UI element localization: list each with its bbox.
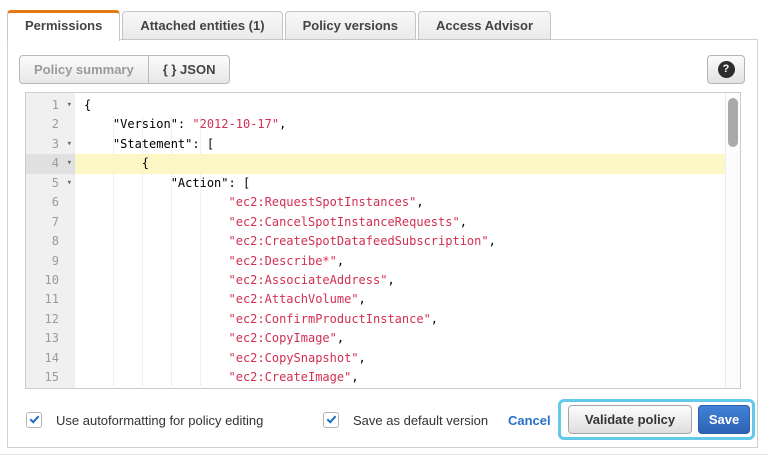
json-code-editor[interactable]: 1▾{2 "Version": "2012-10-17",3▾ "Stateme…	[25, 92, 741, 389]
code-text: "ec2:CopyImage",	[75, 329, 725, 348]
tab-policy-versions[interactable]: Policy versions	[285, 11, 416, 40]
line-number: 15	[26, 368, 75, 387]
fold-arrow-icon[interactable]: ▾	[67, 174, 72, 193]
line-number: 6	[26, 193, 75, 212]
code-line: 14 "ec2:CopySnapshot",	[26, 349, 725, 368]
question-mark-icon: ?	[718, 61, 735, 78]
code-text: "Version": "2012-10-17",	[75, 115, 725, 134]
policy-editor-screen: Permissions Attached entities (1) Policy…	[0, 0, 768, 460]
checkmark-icon	[327, 413, 337, 423]
code-line: 1▾{	[26, 96, 725, 115]
code-line: 6 "ec2:RequestSpotInstances",	[26, 193, 725, 212]
checkmark-icon	[30, 413, 40, 423]
code-text: "ec2:ConfirmProductInstance",	[75, 310, 725, 329]
code-text: "ec2:RequestSpotInstances",	[75, 193, 725, 212]
line-number: 12	[26, 310, 75, 329]
code-line: 13 "ec2:CopyImage",	[26, 329, 725, 348]
autoformat-checkbox[interactable]	[26, 412, 42, 428]
line-number: 13	[26, 329, 75, 348]
code-line: 10 "ec2:AssociateAddress",	[26, 271, 725, 290]
code-line: 2 "Version": "2012-10-17",	[26, 115, 725, 134]
code-text: "ec2:CreateSpotDatafeedSubscription",	[75, 232, 725, 251]
code-line: 12 "ec2:ConfirmProductInstance",	[26, 310, 725, 329]
autoformat-label: Use autoformatting for policy editing	[56, 413, 263, 429]
code-line: 4▾ {	[26, 154, 725, 173]
scrollbar-thumb[interactable]	[728, 98, 738, 147]
code-text: "ec2:AssociateAddress",	[75, 271, 725, 290]
save-button[interactable]: Save	[698, 405, 750, 434]
line-number: 3▾	[26, 135, 75, 154]
code-line: 3▾ "Statement": [	[26, 135, 725, 154]
line-number: 9	[26, 252, 75, 271]
code-text: {	[75, 154, 725, 173]
default-version-checkbox[interactable]	[323, 412, 339, 428]
code-text: "Statement": [	[75, 135, 725, 154]
json-view-button[interactable]: { } JSON	[149, 55, 231, 84]
tab-bar: Permissions Attached entities (1) Policy…	[7, 10, 553, 40]
line-number: 11	[26, 290, 75, 309]
line-number: 5▾	[26, 174, 75, 193]
tab-permissions[interactable]: Permissions	[7, 10, 120, 41]
fold-arrow-icon[interactable]: ▾	[67, 135, 72, 154]
cancel-link[interactable]: Cancel	[508, 413, 551, 429]
fold-arrow-icon[interactable]: ▾	[67, 154, 72, 173]
policy-summary-button[interactable]: Policy summary	[19, 55, 149, 84]
line-number: 10	[26, 271, 75, 290]
code-text: "ec2:CreateImage",	[75, 368, 725, 387]
code-line: 15 "ec2:CreateImage",	[26, 368, 725, 387]
permissions-panel: Policy summary { } JSON ? 1▾{2 "Version"…	[7, 39, 758, 448]
code-text: "ec2:CancelSpotInstanceRequests",	[75, 213, 725, 232]
line-number: 14	[26, 349, 75, 368]
line-number: 7	[26, 213, 75, 232]
fold-arrow-icon[interactable]: ▾	[67, 96, 72, 115]
line-number: 1▾	[26, 96, 75, 115]
line-number: 2	[26, 115, 75, 134]
validate-policy-button[interactable]: Validate policy	[568, 405, 692, 434]
code-text: "ec2:AttachVolume",	[75, 290, 725, 309]
code-text: "ec2:Describe*",	[75, 252, 725, 271]
line-number: 8	[26, 232, 75, 251]
help-button[interactable]: ?	[707, 55, 745, 84]
code-line: 5▾ "Action": [	[26, 174, 725, 193]
tab-attached-entities[interactable]: Attached entities (1)	[122, 11, 282, 40]
page-divider	[0, 454, 768, 455]
code-text: "ec2:CopySnapshot",	[75, 349, 725, 368]
view-toggle: Policy summary { } JSON	[19, 55, 230, 84]
default-version-label: Save as default version	[353, 413, 488, 429]
code-line: 8 "ec2:CreateSpotDatafeedSubscription",	[26, 232, 725, 251]
code-line: 11 "ec2:AttachVolume",	[26, 290, 725, 309]
code-line: 7 "ec2:CancelSpotInstanceRequests",	[26, 213, 725, 232]
code-text: "Action": [	[75, 174, 725, 193]
code-text: {	[75, 96, 725, 115]
line-number: 4▾	[26, 154, 75, 173]
tab-access-advisor[interactable]: Access Advisor	[418, 11, 551, 40]
editor-scrollbar[interactable]	[725, 93, 740, 388]
code-lines: 1▾{2 "Version": "2012-10-17",3▾ "Stateme…	[26, 96, 725, 388]
code-line: 9 "ec2:Describe*",	[26, 252, 725, 271]
